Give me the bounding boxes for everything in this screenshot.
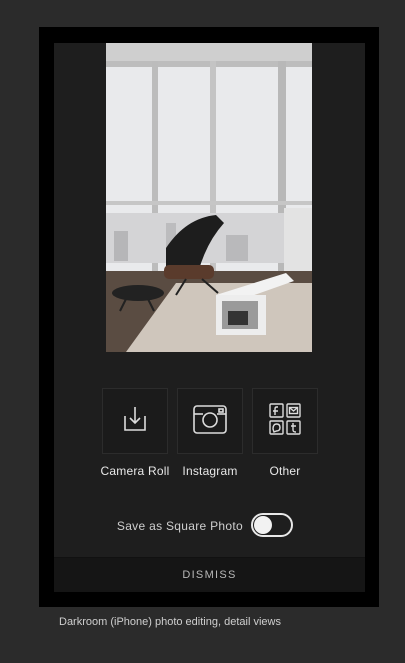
camera-roll-tile[interactable] bbox=[102, 388, 168, 454]
square-photo-option: Save as Square Photo bbox=[54, 513, 365, 539]
phone-frame: Camera Roll Instagram Other Save as Squa… bbox=[39, 27, 379, 607]
camera-roll-label: Camera Roll bbox=[100, 464, 170, 478]
toggle-knob bbox=[254, 516, 272, 534]
download-tray-icon bbox=[120, 404, 150, 439]
camera-roll-button[interactable]: Camera Roll bbox=[100, 388, 170, 478]
square-photo-toggle[interactable] bbox=[251, 513, 293, 537]
other-label: Other bbox=[269, 464, 301, 478]
share-options: Camera Roll Instagram Other bbox=[54, 388, 365, 488]
square-photo-label: Save as Square Photo bbox=[116, 519, 243, 533]
instagram-tile[interactable] bbox=[177, 388, 243, 454]
photo-preview bbox=[106, 43, 312, 352]
other-tile[interactable] bbox=[252, 388, 318, 454]
figure-caption: Darkroom (iPhone) photo editing, detail … bbox=[59, 616, 281, 628]
instagram-label: Instagram bbox=[182, 464, 238, 478]
dismiss-button[interactable]: DISMISS bbox=[54, 557, 365, 592]
instagram-camera-icon bbox=[192, 403, 228, 440]
instagram-button[interactable]: Instagram bbox=[175, 388, 245, 478]
share-sheet-screen: Camera Roll Instagram Other Save as Squa… bbox=[54, 43, 365, 592]
social-grid-icon bbox=[268, 402, 302, 441]
other-button[interactable]: Other bbox=[250, 388, 320, 478]
